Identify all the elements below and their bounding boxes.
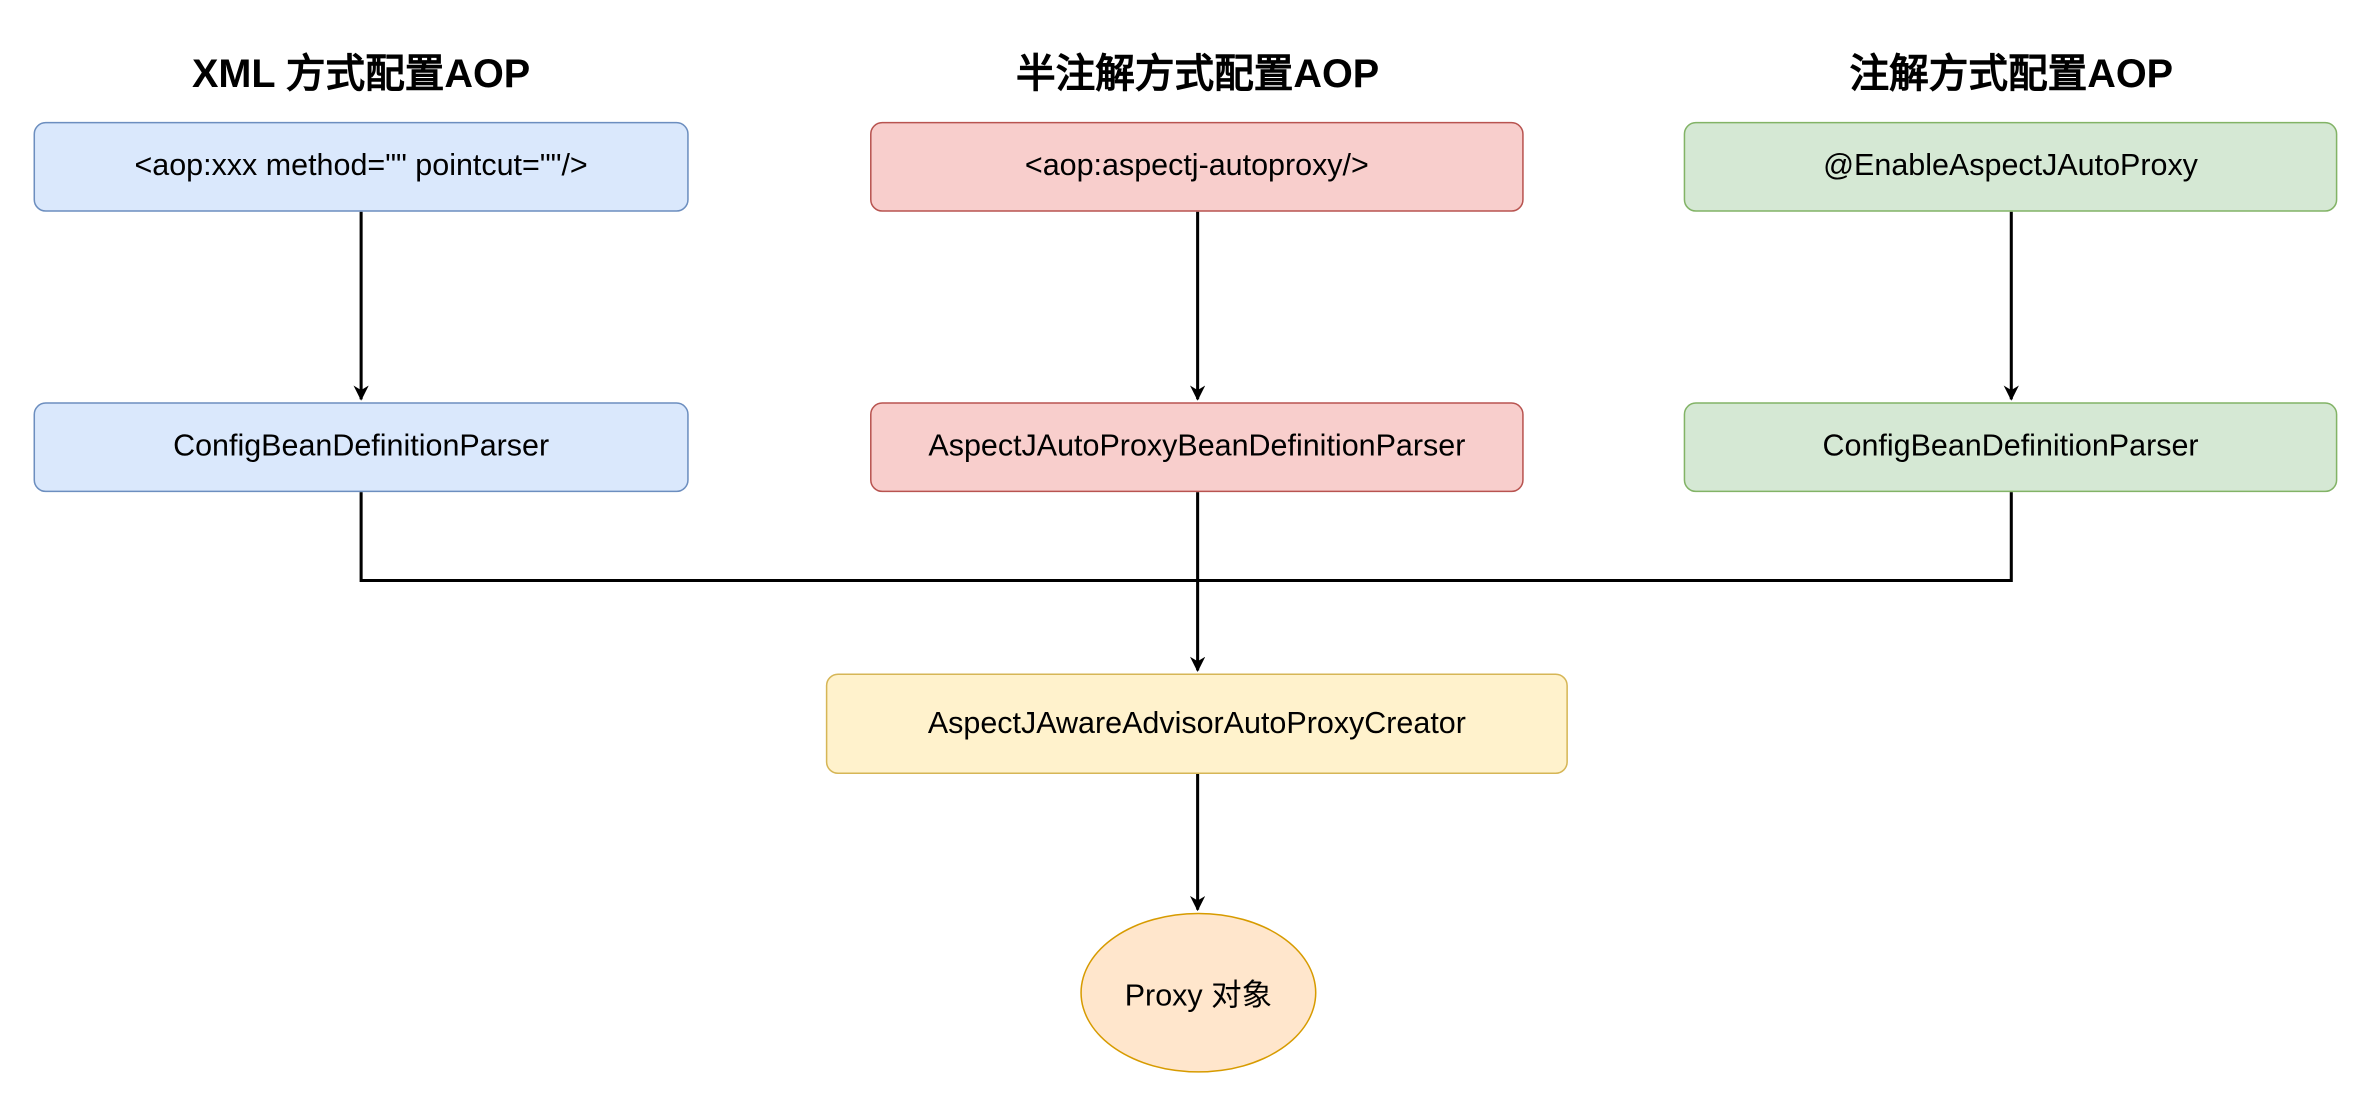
title-annotation-aop: 注解方式配置AOP xyxy=(1849,50,2174,96)
annotation-config-node[interactable]: @EnableAspectJAutoProxy xyxy=(1683,121,2338,212)
title-semi-annotation-aop: 半注解方式配置AOP xyxy=(1016,50,1380,96)
diagram-canvas: XML 方式配置AOP 半注解方式配置AOP 注解方式配置AOP <aop:xx… xyxy=(0,0,2377,1097)
title-xml-aop: XML 方式配置AOP xyxy=(191,50,531,96)
semi-annotation-parser-node[interactable]: AspectJAutoProxyBeanDefinitionParser xyxy=(870,402,1524,493)
proxy-object-node[interactable]: Proxy 对象 xyxy=(1080,912,1317,1073)
annotation-parser-node[interactable]: ConfigBeanDefinitionParser xyxy=(1683,402,2338,493)
semi-annotation-config-node[interactable]: <aop:aspectj-autoproxy/> xyxy=(870,121,1524,212)
auto-proxy-creator-node[interactable]: AspectJAwareAdvisorAutoProxyCreator xyxy=(825,673,1568,775)
connector-annotation-parser-to-bus xyxy=(1197,492,2013,583)
connector-xml-parser-to-bus xyxy=(359,492,1198,583)
xml-parser-node[interactable]: ConfigBeanDefinitionParser xyxy=(33,402,689,493)
xml-config-node[interactable]: <aop:xxx method="" pointcut=""/> xyxy=(33,121,689,212)
